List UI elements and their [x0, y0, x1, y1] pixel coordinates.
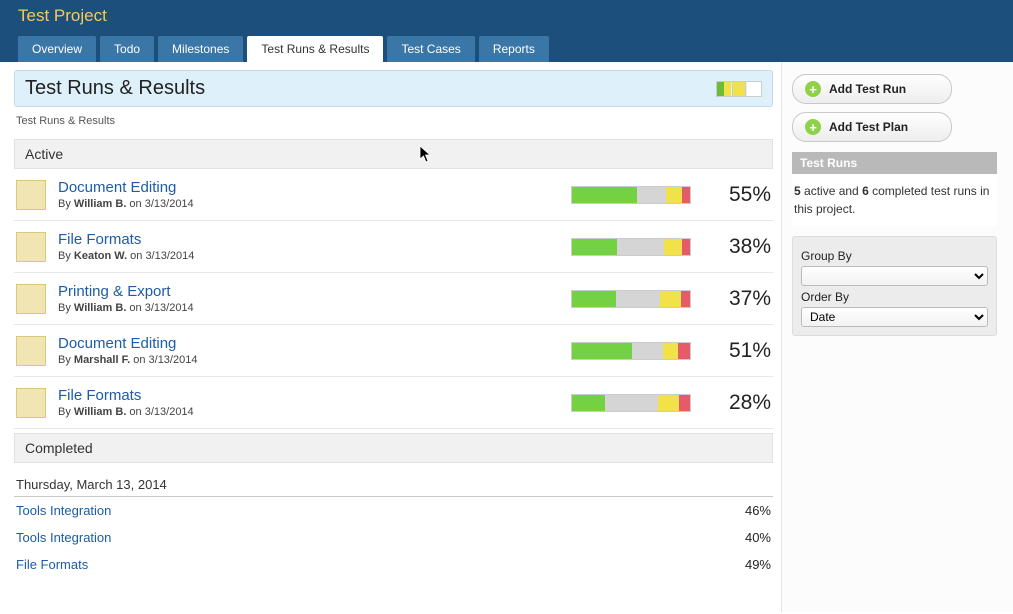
run-checkbox[interactable]: [16, 232, 46, 262]
completed-row: Tools Integration40%: [14, 524, 773, 551]
section-completed: Completed: [14, 433, 773, 463]
run-meta: By William B. on 3/13/2014: [58, 198, 571, 210]
add-test-run-button[interactable]: + Add Test Run: [792, 74, 952, 104]
add-test-plan-label: Add Test Plan: [829, 120, 908, 134]
run-percent: 38%: [711, 235, 771, 259]
page-title-bar: Test Runs & Results: [14, 70, 773, 107]
run-name-link[interactable]: Document Editing: [58, 179, 571, 196]
order-by-select[interactable]: Date: [801, 307, 988, 327]
section-active: Active: [14, 139, 773, 169]
run-progress-bar: [571, 342, 691, 360]
tab-test-runs-results[interactable]: Test Runs & Results: [247, 36, 383, 62]
summary-completed-count: 6: [862, 184, 869, 198]
run-name-link[interactable]: File Formats: [58, 387, 571, 404]
run-name-link[interactable]: Document Editing: [58, 335, 571, 352]
run-row: Document Editing By Marshall F. on 3/13/2…: [14, 325, 773, 377]
run-row: File Formats By Keaton W. on 3/13/2014 38%: [14, 221, 773, 273]
filter-panel: Group By Order By Date: [792, 236, 997, 336]
plus-icon: +: [805, 81, 821, 97]
tab-milestones[interactable]: Milestones: [158, 36, 243, 62]
run-name-link[interactable]: File Formats: [58, 231, 571, 248]
run-progress-bar: [571, 290, 691, 308]
tab-overview[interactable]: Overview: [18, 36, 96, 62]
run-progress-bar: [571, 186, 691, 204]
run-percent: 28%: [711, 391, 771, 415]
group-by-select[interactable]: [801, 266, 988, 286]
run-row: Printing & Export By William B. on 3/13/2…: [14, 273, 773, 325]
completed-percent: 49%: [745, 557, 771, 572]
run-meta: By William B. on 3/13/2014: [58, 302, 571, 314]
run-meta: By Marshall F. on 3/13/2014: [58, 354, 571, 366]
run-checkbox[interactable]: [16, 284, 46, 314]
tab-reports[interactable]: Reports: [479, 36, 549, 62]
completed-percent: 46%: [745, 503, 771, 518]
tab-todo[interactable]: Todo: [100, 36, 154, 62]
sidebar-panel-head: Test Runs: [792, 152, 997, 174]
completed-run-link[interactable]: Tools Integration: [16, 530, 745, 545]
page-title: Test Runs & Results: [25, 77, 205, 100]
completed-row: File Formats49%: [14, 551, 773, 578]
run-progress-bar: [571, 394, 691, 412]
summary-mid: active and: [801, 184, 862, 198]
group-by-label: Group By: [801, 249, 988, 263]
run-row: Document Editing By William B. on 3/13/20…: [14, 169, 773, 221]
run-checkbox[interactable]: [16, 388, 46, 418]
project-title[interactable]: Test Project: [18, 6, 995, 36]
run-meta: By Keaton W. on 3/13/2014: [58, 250, 571, 262]
completed-row: Tools Integration46%: [14, 497, 773, 524]
completed-run-link[interactable]: File Formats: [16, 557, 745, 572]
view-detail-icon[interactable]: [747, 82, 761, 96]
summary-active-count: 5: [794, 184, 801, 198]
view-list-icon[interactable]: [732, 82, 746, 96]
run-checkbox[interactable]: [16, 180, 46, 210]
nav-tabs: OverviewTodoMilestonesTest Runs & Result…: [18, 36, 995, 62]
run-row: File Formats By William B. on 3/13/2014 28…: [14, 377, 773, 429]
run-percent: 37%: [711, 287, 771, 311]
add-test-plan-button[interactable]: + Add Test Plan: [792, 112, 952, 142]
order-by-label: Order By: [801, 290, 988, 304]
completed-date-heading: Thursday, March 13, 2014: [14, 469, 773, 497]
completed-percent: 40%: [745, 530, 771, 545]
run-percent: 51%: [711, 339, 771, 363]
run-checkbox[interactable]: [16, 336, 46, 366]
run-progress-bar: [571, 238, 691, 256]
sidebar-summary: 5 active and 6 completed test runs in th…: [792, 174, 997, 226]
run-meta: By William B. on 3/13/2014: [58, 406, 571, 418]
add-test-run-label: Add Test Run: [829, 82, 906, 96]
breadcrumb: Test Runs & Results: [14, 107, 773, 135]
plus-icon: +: [805, 119, 821, 135]
view-switcher: [716, 81, 762, 97]
view-grid-icon[interactable]: [717, 82, 731, 96]
tab-test-cases[interactable]: Test Cases: [387, 36, 474, 62]
run-name-link[interactable]: Printing & Export: [58, 283, 571, 300]
completed-run-link[interactable]: Tools Integration: [16, 503, 745, 518]
run-percent: 55%: [711, 183, 771, 207]
